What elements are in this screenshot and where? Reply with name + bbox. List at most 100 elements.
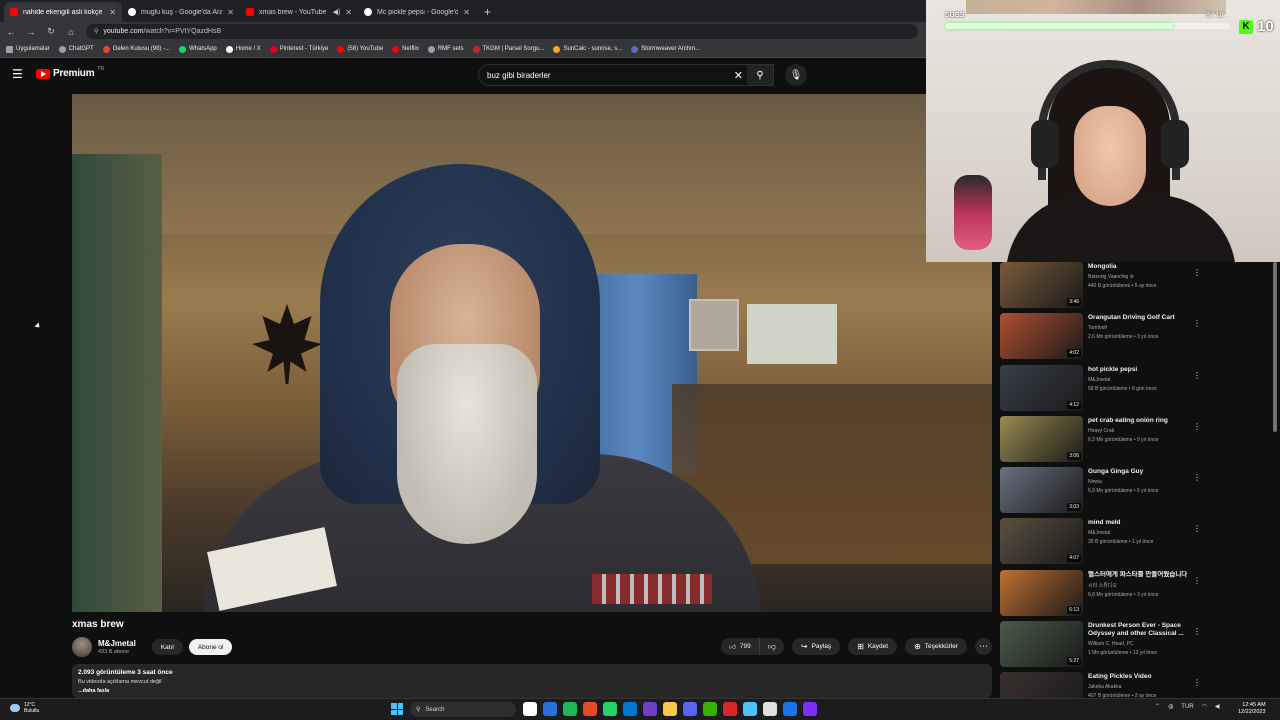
- browser-tab[interactable]: muglu kuş - Google'da Ara ✕: [122, 2, 240, 22]
- video-thumbnail[interactable]: 6:13: [1000, 569, 1083, 616]
- recommendation-channel[interactable]: Batzorig Vaanchig ⊘: [1088, 274, 1272, 280]
- video-thumbnail[interactable]: 3:46: [1000, 262, 1083, 308]
- recommendation-channel[interactable]: M&Jmetal: [1088, 530, 1272, 536]
- join-button[interactable]: Katıl: [151, 639, 183, 655]
- recommendation-channel[interactable]: William C. Head, PC: [1088, 641, 1272, 647]
- browser-tab[interactable]: nahide ekengili asli kokçe - You ✕: [4, 2, 122, 22]
- reload-icon[interactable]: ↻: [46, 26, 56, 37]
- volume-icon[interactable]: ◀: [1215, 703, 1220, 710]
- more-options-icon[interactable]: ⋮: [1193, 371, 1201, 380]
- url-field[interactable]: ⚲ youtube.com/watch?v=PVtYQazdHsB: [86, 24, 918, 39]
- recommendation-title[interactable]: hot pickle pepsi: [1088, 366, 1188, 374]
- recommendation-item[interactable]: 3:06 pet crab eating onion ring Heavy Crab…: [1000, 415, 1272, 467]
- recommendation-item[interactable]: 4:07 mind meld M&Jmetal 35 B görüntüleme • …: [1000, 518, 1272, 569]
- dislike-button[interactable]: 👎︎: [760, 638, 784, 655]
- show-more-link[interactable]: ...daha fazla: [78, 688, 986, 694]
- recommendation-item[interactable]: 5:27 Drunkest Person Ever - Space Odyssey…: [1000, 621, 1272, 672]
- recommendation-channel[interactable]: M&Jmetal: [1088, 377, 1272, 383]
- bookmark-item[interactable]: (58) YouTube: [337, 45, 383, 53]
- recommendation-title[interactable]: Drunkest Person Ever - Space Odyssey and…: [1088, 622, 1188, 638]
- wifi-icon[interactable]: ◠: [1202, 703, 1207, 710]
- clear-search-icon[interactable]: ✕: [734, 69, 743, 82]
- more-options-icon[interactable]: ⋮: [1193, 422, 1201, 431]
- microphone-icon[interactable]: 🎙: [785, 64, 807, 86]
- weather-widget[interactable]: 12°C Bulutlu: [10, 702, 39, 714]
- windows-start-icon[interactable]: [391, 703, 403, 715]
- taskbar-app-icon[interactable]: [563, 702, 577, 716]
- more-options-icon[interactable]: ⋮: [1193, 268, 1201, 277]
- recommendation-title[interactable]: pet crab eating onion ring: [1088, 417, 1188, 425]
- taskbar-app-icon[interactable]: [643, 702, 657, 716]
- search-input[interactable]: buz gibi biraderler ✕ ⚲: [478, 64, 774, 86]
- bookmark-item[interactable]: SunCalc - sunrise, s...: [553, 45, 622, 53]
- taskbar-app-icon[interactable]: [623, 702, 637, 716]
- more-options-icon[interactable]: ⋮: [1193, 627, 1201, 636]
- video-thumbnail[interactable]: 4:12: [1000, 364, 1083, 411]
- bookmark-item[interactable]: TKGM | Parsel Sorgu...: [472, 45, 544, 53]
- bookmark-item[interactable]: Netflix: [392, 45, 419, 53]
- bookmark-apps[interactable]: Uygulamalar: [6, 45, 50, 53]
- recommendation-title[interactable]: Gunga Ginga Guy: [1088, 468, 1188, 476]
- recommendation-channel[interactable]: Heavy Crab: [1088, 428, 1272, 434]
- sidebar-scrollbar[interactable]: [1273, 262, 1277, 432]
- recommendation-item[interactable]: 4:12 hot pickle pepsi M&Jmetal 58 B görüntü…: [1000, 364, 1272, 416]
- search-icon[interactable]: ⚲: [747, 65, 773, 85]
- bookmark-item[interactable]: Gelen Kutusu (98) -...: [102, 45, 170, 53]
- recommendation-title[interactable]: Mongolia: [1088, 263, 1188, 271]
- taskbar-app-icon[interactable]: [763, 702, 777, 716]
- browser-tab[interactable]: xmas brew - YouTube ◀) ✕: [240, 2, 358, 22]
- video-thumbnail[interactable]: 3:06: [1000, 415, 1083, 462]
- site-info-icon[interactable]: ⚲: [94, 28, 98, 35]
- recommendation-title[interactable]: Eating Pickles Video: [1088, 673, 1188, 681]
- more-options-icon[interactable]: ⋮: [1193, 319, 1201, 328]
- taskbar-search[interactable]: ⚲ Search: [410, 702, 516, 717]
- bookmark-item[interactable]: ChatGPT: [58, 45, 94, 53]
- bookmark-item[interactable]: Pinterest - Türkiye: [269, 45, 328, 53]
- new-tab-plus-icon[interactable]: +: [476, 2, 499, 22]
- close-tab-icon[interactable]: ✕: [345, 8, 352, 17]
- recommendation-title[interactable]: 햄스터에게 파스타를 만들어줬습니다: [1088, 571, 1188, 579]
- video-thumbnail[interactable]: 4:07: [1000, 518, 1083, 565]
- forward-arrow-icon[interactable]: →: [26, 27, 36, 37]
- taskbar-app-icon[interactable]: [743, 702, 757, 716]
- taskbar-app-icon[interactable]: [703, 702, 717, 716]
- video-player[interactable]: [72, 94, 992, 612]
- language-indicator[interactable]: TUR: [1181, 704, 1193, 710]
- recommendation-channel[interactable]: Nirwia: [1088, 479, 1272, 485]
- bookmark-item[interactable]: WhatsApp: [179, 45, 217, 53]
- hamburger-menu-icon[interactable]: ☰: [12, 68, 23, 80]
- recommendation-channel[interactable]: Jakeka Akakka: [1088, 684, 1272, 690]
- taskbar-app-icon[interactable]: [543, 702, 557, 716]
- share-button[interactable]: ↪ Paylaş: [791, 638, 841, 655]
- taskbar-clock[interactable]: 12:45 AM 12/22/2023: [1238, 702, 1266, 716]
- recommendation-title[interactable]: Orangutan Driving Golf Cart: [1088, 314, 1188, 322]
- more-options-icon[interactable]: ⋮: [1193, 576, 1201, 585]
- taskbar-app-icon[interactable]: [783, 702, 797, 716]
- video-thumbnail[interactable]: 4:02: [1000, 313, 1083, 360]
- recommendation-title[interactable]: mind meld: [1088, 519, 1188, 527]
- recommendation-item[interactable]: 3:03 Gunga Ginga Guy Nirwia 6,9 Mn görüntül…: [1000, 467, 1272, 518]
- taskbar-app-icon[interactable]: [583, 702, 597, 716]
- video-thumbnail[interactable]: 5:27: [1000, 621, 1083, 668]
- more-actions-icon[interactable]: ⋯: [975, 638, 992, 655]
- taskbar-app-icon[interactable]: [603, 702, 617, 716]
- save-button[interactable]: ⊞ Kaydet: [848, 638, 898, 655]
- taskbar-app-icon[interactable]: [683, 702, 697, 716]
- bookmark-item[interactable]: Stormweaver Archm...: [631, 45, 700, 53]
- video-thumbnail[interactable]: 3:03: [1000, 467, 1083, 514]
- chevron-up-icon[interactable]: ⌃: [1155, 703, 1160, 710]
- recommendation-item[interactable]: 4:02 Orangutan Driving Golf Cart Tomfoolf 2…: [1000, 313, 1272, 364]
- bookmark-item[interactable]: Home / X: [225, 45, 261, 53]
- home-icon[interactable]: ⌂: [66, 27, 76, 37]
- back-arrow-icon[interactable]: ←: [6, 27, 16, 37]
- recommendation-item[interactable]: 6:13 햄스터에게 파스타를 만들어줬습니다 시리 스튜디오 6,8 Mn görü…: [1000, 569, 1272, 621]
- close-tab-icon[interactable]: ✕: [463, 8, 470, 17]
- recommendation-item[interactable]: Eating Pickles Video Jakeka Akakka 407 B g…: [1000, 672, 1272, 698]
- description-box[interactable]: 2.093 görüntüleme 3 saat önce Bu videoda…: [72, 664, 992, 698]
- recommendation-channel[interactable]: Tomfoolf: [1088, 325, 1272, 331]
- network-icon[interactable]: ◍: [1168, 703, 1173, 710]
- recommendation-item[interactable]: 3:46 Mongolia Batzorig Vaanchig ⊘ 440 B gör…: [1000, 262, 1272, 313]
- close-tab-icon[interactable]: ✕: [109, 8, 116, 17]
- taskbar-app-icon[interactable]: [723, 702, 737, 716]
- channel-avatar[interactable]: [72, 637, 92, 657]
